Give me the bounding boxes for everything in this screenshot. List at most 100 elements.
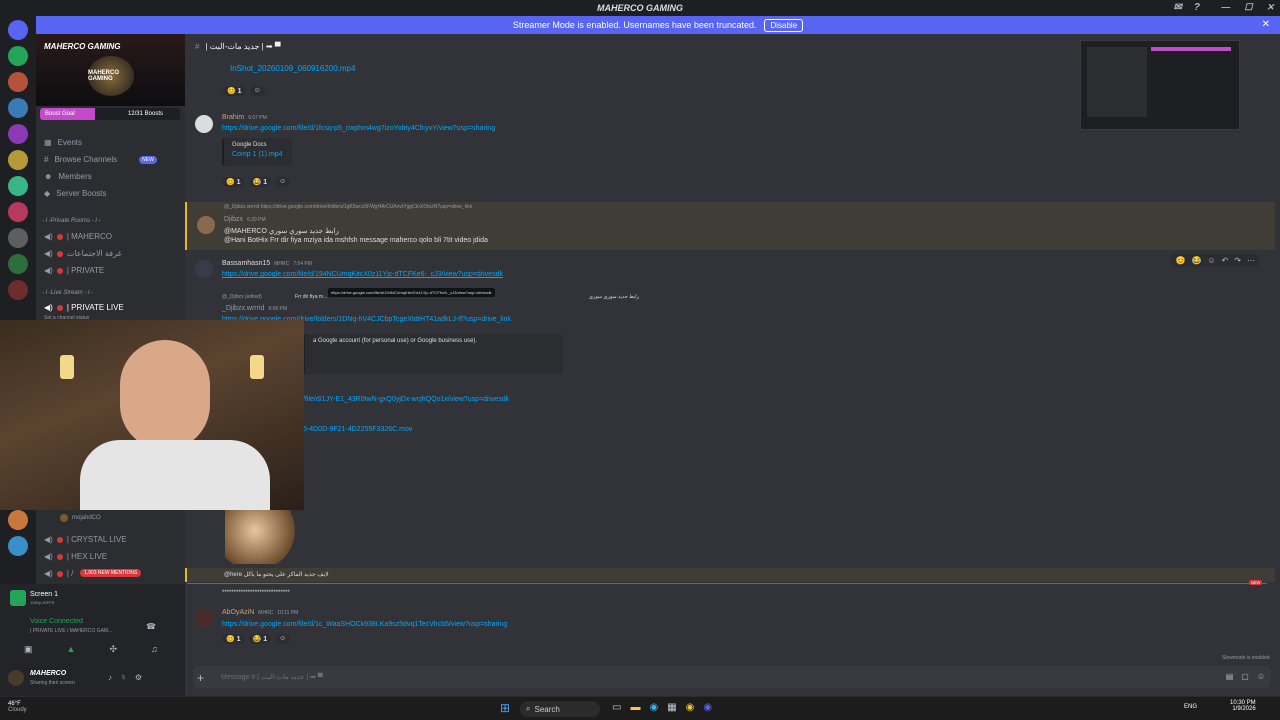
server-banner[interactable]: MAHERCO GAMING MAHERCO GAMING — [36, 34, 185, 106]
avatar[interactable] — [195, 115, 213, 133]
reply-preview[interactable]: @_Djibzx (edited) — [222, 294, 262, 300]
nav-events[interactable]: ▦ Events — [44, 138, 82, 147]
inbox-icon[interactable]: ✉ — [1174, 2, 1182, 13]
server-icon[interactable] — [8, 46, 28, 66]
reaction[interactable]: 😊 1 — [222, 634, 245, 644]
mic-icon[interactable]: ♪ — [108, 673, 112, 682]
voice-member[interactable]: mojahdCO — [60, 514, 101, 522]
add-reaction-icon[interactable]: ☺ — [275, 177, 291, 187]
server-icon[interactable] — [8, 124, 28, 144]
new-mentions-badge[interactable]: 1,903 NEW MENTIONS — [80, 569, 142, 577]
reaction[interactable]: 😊 1 — [222, 177, 245, 187]
activities-icon[interactable]: ✣ — [109, 644, 117, 655]
headphones-icon[interactable]: ♮ — [122, 673, 125, 682]
message-link[interactable]: /file/d/1JY-E1_43R0twN-gxQ0yjDx-wcjhQQo1… — [303, 396, 509, 403]
channel-private[interactable]: ◀) | PRIVATE — [44, 266, 104, 275]
add-reaction-icon[interactable]: ☺ — [275, 634, 291, 644]
search-box[interactable]: ⌕ Search — [520, 701, 600, 717]
channel-hex-live[interactable]: ◀) | HEX LIVE — [44, 552, 107, 561]
channel-crystal-live[interactable]: ◀) | CRYSTAL LIVE — [44, 535, 127, 544]
add-attachment-icon[interactable]: + — [197, 671, 204, 685]
server-icon[interactable] — [8, 72, 28, 92]
server-icon[interactable] — [8, 98, 28, 118]
screen-preview[interactable] — [1080, 40, 1240, 130]
help-icon[interactable]: ? — [1194, 2, 1200, 13]
channel-meetings[interactable]: ◀) غرفة الاجتماعات — [44, 249, 122, 258]
category-live-stream[interactable]: - l -Live Stream - l - — [42, 290, 93, 296]
embed-title-link[interactable]: Comp 1 (1).mp4 — [232, 151, 284, 158]
user-name[interactable]: MAHERCO — [30, 670, 66, 677]
channel-private-live[interactable]: ◀) | PRIVATE LIVE — [44, 303, 124, 312]
server-icon[interactable] — [8, 536, 28, 556]
sticker-image[interactable] — [225, 508, 300, 564]
screen-share-button[interactable]: ▲ — [67, 644, 76, 655]
reaction-icon[interactable]: 😊 — [1175, 256, 1185, 265]
minimize-button[interactable]: — — [1221, 2, 1230, 13]
reaction-icon[interactable]: 😂 — [1191, 256, 1201, 265]
message-input[interactable]: Message # | جديد مات-البت | ➡ ▀ ▤ ▢ ☺ — [193, 666, 1271, 688]
category-private-rooms[interactable]: - l -Private Rooms - l - — [42, 218, 100, 224]
avatar[interactable] — [197, 216, 215, 234]
task-view-icon[interactable]: ▭ — [612, 702, 621, 713]
close-icon[interactable]: ✕ — [1262, 19, 1270, 30]
file-explorer-icon[interactable]: ▬ — [630, 702, 640, 713]
add-reaction-icon[interactable]: ☺ — [1207, 256, 1215, 265]
avatar[interactable] — [8, 670, 24, 686]
reaction[interactable]: 😊 1 — [223, 86, 246, 96]
language-indicator[interactable]: ENG — [1184, 704, 1197, 710]
channel-partial[interactable]: ◀) | / — [44, 569, 73, 578]
add-reaction-icon[interactable]: ☺ — [249, 86, 265, 96]
disconnect-icon[interactable]: ☎ — [146, 622, 156, 631]
home-server-icon[interactable] — [8, 20, 28, 40]
server-icon[interactable] — [8, 202, 28, 222]
soundboard-icon[interactable]: ♫ — [151, 644, 158, 655]
nav-server-boosts[interactable]: ◆ Server Boosts — [44, 189, 106, 198]
nav-members[interactable]: ☻ Members — [44, 172, 92, 181]
close-window-button[interactable]: ✕ — [1266, 2, 1274, 13]
speaker-icon: ◀) — [44, 569, 53, 578]
file-link[interactable]: 5-4D0D-9F21-4D2255F3326C.mov — [303, 426, 412, 433]
edge-icon[interactable]: ◉ — [649, 702, 658, 713]
weather-widget[interactable]: 46°F Cloudy — [8, 701, 27, 713]
person-shirt — [80, 440, 270, 510]
avatar[interactable] — [195, 609, 213, 627]
server-icon[interactable] — [8, 150, 28, 170]
message-link[interactable]: https://drive.google.com/file/d/194NCUmq… — [222, 271, 503, 278]
discord-icon[interactable]: ◉ — [703, 702, 712, 713]
channel-maherco[interactable]: ◀) | MAHERCO — [44, 232, 112, 241]
gif-icon[interactable]: ▤ — [1226, 672, 1234, 681]
server-icon[interactable] — [8, 280, 28, 300]
file-link[interactable]: InShot_20260109_060916200.mp4 — [230, 64, 355, 73]
reaction[interactable]: 😂 1 — [248, 177, 272, 187]
reaction[interactable]: 😂 1 — [248, 634, 272, 644]
start-icon[interactable]: ⊞ — [500, 701, 510, 715]
reply-preview[interactable]: @_Djibzx.wrrrid https://drive.google.com… — [224, 204, 472, 210]
disable-streamer-button[interactable]: Disable — [764, 18, 804, 32]
message-link[interactable]: https://drive.google.com/file/d/1fcsq-p5… — [222, 125, 495, 132]
camera-icon[interactable]: ▣ — [24, 644, 33, 655]
server-icon[interactable] — [8, 228, 28, 248]
server-name[interactable]: MAHERCO GAMING — [44, 42, 120, 51]
more-icon[interactable]: ⋯ — [1247, 256, 1255, 265]
screen-quality: 1080p 60FPS — [30, 600, 55, 605]
server-icon[interactable] — [8, 510, 28, 530]
server-icon[interactable] — [8, 254, 28, 274]
message-link[interactable]: https://drive.google.com/file/d/1c_WaaSH… — [222, 621, 507, 628]
gear-icon[interactable]: ⚙ — [135, 673, 142, 682]
nav-browse-channels[interactable]: # Browse Channels NEW — [44, 155, 157, 164]
reply-icon[interactable]: ↶ — [1222, 256, 1229, 265]
emoji-icon[interactable]: ☺ — [1257, 672, 1265, 681]
boost-goal-bar[interactable]: Boost Goal 12/31 Boosts — [40, 108, 180, 120]
store-icon[interactable]: ▦ — [667, 702, 676, 713]
forward-icon[interactable]: ↷ — [1234, 256, 1241, 265]
clock[interactable]: 10:30 PM 1/9/2026 — [1230, 700, 1256, 712]
maximize-button[interactable]: ☐ — [1244, 2, 1252, 13]
link-tooltip: https://drive.google.com/file/d/194NCUmq… — [328, 288, 495, 297]
lamp-light — [250, 355, 264, 379]
avatar[interactable] — [195, 260, 213, 278]
message-text: @MAHERCO رابط جديد سوري سوري — [224, 228, 339, 235]
sticker-icon[interactable]: ▢ — [1241, 672, 1249, 681]
voice-channel-name[interactable]: | PRIVATE LIVE / MAHERCO GAM... — [30, 628, 112, 634]
chrome-icon[interactable]: ◉ — [686, 702, 695, 713]
server-icon[interactable] — [8, 176, 28, 196]
